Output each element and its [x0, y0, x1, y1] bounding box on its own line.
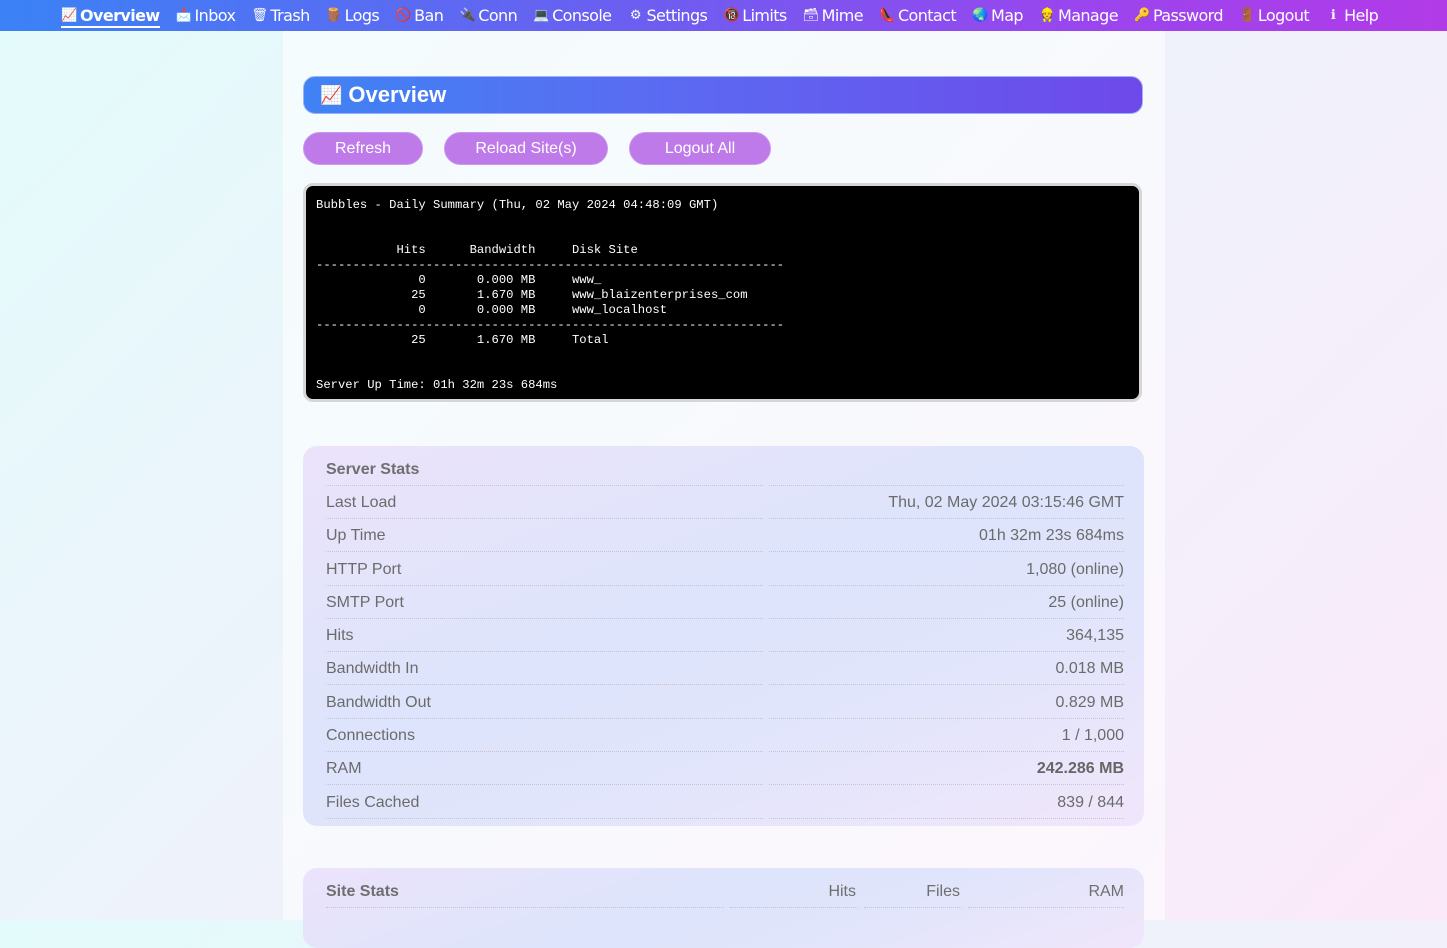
stat-label: Bandwidth In: [326, 659, 419, 677]
column-files: Files: [926, 882, 960, 900]
nav-label: Conn: [478, 6, 518, 25]
nav-label: Trash: [270, 6, 310, 25]
reload-sites-button[interactable]: Reload Site(s): [444, 132, 608, 165]
gear-icon: ⚙: [629, 8, 642, 23]
plug-icon: 🔌: [459, 8, 476, 23]
daily-summary-console: Bubbles - Daily Summary (Thu, 02 May 202…: [303, 183, 1142, 402]
console-output: Bubbles - Daily Summary (Thu, 02 May 202…: [316, 198, 785, 392]
nav-ban[interactable]: 🚫 Ban: [395, 6, 444, 25]
nav-label: Password: [1152, 6, 1224, 25]
stat-value: 25 (online): [1048, 593, 1124, 611]
nav-inbox[interactable]: 📩 Inbox: [176, 6, 236, 25]
stat-label: SMTP Port: [326, 593, 404, 611]
nav-label: Logout: [1257, 6, 1310, 25]
nav-mime[interactable]: 🗃 Mime: [802, 6, 864, 25]
stat-row-last-load: Last Load Thu, 02 May 2024 03:15:46 GMT: [326, 486, 1124, 519]
log-icon: 🪵: [325, 8, 342, 23]
key-icon: 🔑: [1134, 8, 1150, 23]
shoe-icon: 👠: [879, 8, 895, 23]
wastebasket-icon: 🗑: [251, 8, 268, 23]
stat-value: 364,135: [1066, 626, 1124, 644]
stat-row-connections: Connections 1 / 1,000: [326, 719, 1124, 752]
stat-label: Hits: [326, 626, 354, 644]
action-buttons: Refresh Reload Site(s) Logout All: [303, 132, 771, 165]
stat-label: RAM: [326, 759, 362, 777]
prohibited-icon: 🚫: [395, 8, 411, 23]
info-icon: ℹ: [1330, 8, 1336, 23]
stat-row-files-cached: Files Cached 839 / 844: [326, 786, 1124, 819]
nav-label: Overview: [80, 6, 160, 25]
stat-value: Thu, 02 May 2024 03:15:46 GMT: [888, 493, 1124, 511]
chart-increasing-icon: 📈: [320, 84, 343, 105]
chart-increasing-icon: 📈: [61, 8, 77, 23]
nav-manage[interactable]: 👷 Manage: [1039, 6, 1118, 25]
logout-all-button[interactable]: Logout All: [629, 132, 771, 165]
no-entry-icon: 🔞: [723, 8, 740, 23]
stat-value: 01h 32m 23s 684ms: [979, 526, 1124, 544]
stat-label: Up Time: [326, 526, 386, 544]
nav-label: Help: [1344, 6, 1379, 25]
card-file-box-icon: 🗃: [802, 8, 820, 23]
nav-label: Contact: [897, 6, 957, 25]
site-stats-header: Site Stats Hits Files RAM: [326, 875, 1124, 908]
stat-row-bandwidth-in: Bandwidth In 0.018 MB: [326, 652, 1124, 685]
refresh-button[interactable]: Refresh: [303, 132, 423, 165]
nav-overview[interactable]: 📈 Overview: [61, 6, 160, 28]
nav-label: Limits: [742, 6, 787, 25]
worker-icon: 👷: [1039, 8, 1055, 23]
nav-label: Manage: [1057, 6, 1119, 25]
server-stats-header: Server Stats: [326, 453, 1124, 486]
nav-map[interactable]: 🌏 Map: [972, 6, 1023, 25]
site-stats-panel: Site Stats Hits Files RAM: [303, 868, 1144, 948]
stat-label: HTTP Port: [326, 560, 402, 578]
stat-row-up-time: Up Time 01h 32m 23s 684ms: [326, 519, 1124, 552]
page-title: Overview: [348, 82, 447, 107]
stat-row-http-port: HTTP Port 1,080 (online): [326, 553, 1124, 586]
site-stats-heading: Site Stats: [326, 882, 399, 900]
nav-password[interactable]: 🔑 Password: [1134, 6, 1223, 25]
nav-label: Console: [552, 6, 612, 25]
nav-limits[interactable]: 🔞 Limits: [723, 6, 787, 25]
nav-label: Map: [991, 6, 1024, 25]
door-icon: 🚪: [1239, 8, 1255, 23]
nav-label: Settings: [646, 6, 708, 25]
nav-logs[interactable]: 🪵 Logs: [326, 6, 380, 25]
envelope-icon: 📩: [175, 8, 192, 23]
stat-value: 0.829 MB: [1055, 693, 1124, 711]
nav-conn[interactable]: 🔌 Conn: [459, 6, 517, 25]
stat-label: Connections: [326, 726, 415, 744]
nav-label: Logs: [344, 6, 380, 25]
stat-label: Files Cached: [326, 793, 420, 811]
stat-row-smtp-port: SMTP Port 25 (online): [326, 586, 1124, 619]
nav-help[interactable]: ℹ Help: [1325, 6, 1379, 25]
server-stats-panel: Server Stats Last Load Thu, 02 May 2024 …: [303, 446, 1144, 826]
main-content: 📈 Overview Refresh Reload Site(s) Logout…: [283, 31, 1165, 948]
nav-label: Inbox: [194, 6, 236, 25]
stat-value: 1,080 (online): [1026, 560, 1124, 578]
stat-row-bandwidth-out: Bandwidth Out 0.829 MB: [326, 686, 1124, 719]
stat-label: Bandwidth Out: [326, 693, 431, 711]
nav-logout[interactable]: 🚪 Logout: [1239, 6, 1310, 25]
stat-value: 839 / 844: [1057, 793, 1124, 811]
column-hits: Hits: [828, 882, 856, 900]
column-ram: RAM: [1088, 882, 1124, 900]
globe-icon: 🌏: [972, 8, 988, 23]
stat-value: 242.286 MB: [1036, 759, 1124, 777]
page-title-bar: 📈 Overview: [303, 76, 1143, 114]
nav-label: Mime: [821, 6, 864, 25]
nav-trash[interactable]: 🗑 Trash: [251, 6, 310, 25]
stat-value: 1 / 1,000: [1061, 726, 1124, 744]
stat-label: Last Load: [326, 493, 397, 511]
nav-settings[interactable]: ⚙ Settings: [627, 6, 708, 25]
nav-contact[interactable]: 👠 Contact: [879, 6, 956, 25]
stat-row-hits: Hits 364,135: [326, 619, 1124, 652]
server-stats-heading: Server Stats: [326, 460, 420, 478]
top-navigation: 📈 Overview 📩 Inbox 🗑 Trash 🪵 Logs 🚫 Ban 🔌 Conn…: [0, 0, 1447, 31]
nav-console[interactable]: 💻 Console: [533, 6, 612, 25]
stat-value: 0.018 MB: [1055, 659, 1124, 677]
nav-label: Ban: [414, 6, 444, 25]
laptop-icon: 💻: [533, 8, 549, 23]
stat-row-ram: RAM 242.286 MB: [326, 752, 1124, 785]
